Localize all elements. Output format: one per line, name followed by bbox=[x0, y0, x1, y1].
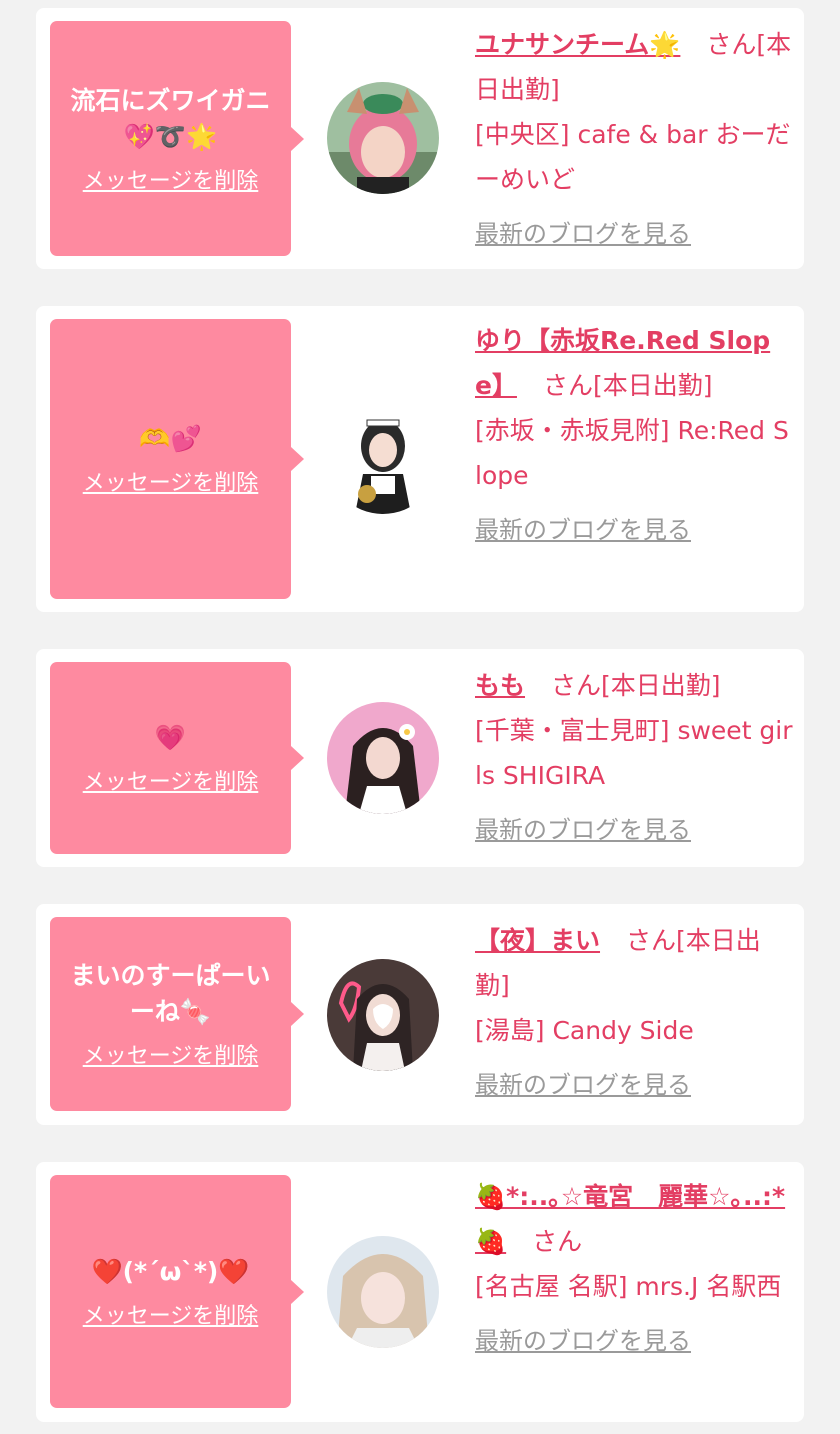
cast-name-link[interactable]: 🍓*:..｡☆竜宮 麗華☆｡..:*🍓 bbox=[475, 1182, 785, 1256]
delete-message-link[interactable]: メッセージを削除 bbox=[83, 465, 259, 497]
work-status: [本日出勤] bbox=[601, 671, 721, 700]
message-text: 流石にズワイガニ💖➰🌟 bbox=[70, 85, 271, 151]
delete-message-link[interactable]: メッセージを削除 bbox=[83, 163, 259, 195]
honorific: さん bbox=[551, 671, 602, 700]
delete-message-link[interactable]: メッセージを削除 bbox=[83, 764, 259, 796]
shop-location: [赤坂・赤坂見附] Re:Red Slope bbox=[475, 416, 789, 490]
avatar[interactable] bbox=[327, 82, 439, 194]
delete-message-link[interactable]: メッセージを削除 bbox=[83, 1038, 259, 1070]
cast-name-link[interactable]: ユナサンチーム🌟 bbox=[475, 30, 680, 59]
message-bubble: ❤️(*´ω`*)❤️ メッセージを削除 bbox=[50, 1175, 291, 1408]
latest-blog-link[interactable]: 最新のブログを見る bbox=[475, 808, 691, 853]
honorific: さん bbox=[532, 1227, 583, 1256]
honorific: さん bbox=[626, 926, 677, 955]
cast-name-link[interactable]: 【夜】まい bbox=[475, 926, 600, 955]
message-bubble: 🫶💕 メッセージを削除 bbox=[50, 319, 291, 599]
honorific: さん bbox=[706, 30, 757, 59]
cast-info: ゆり【赤坂Re.Red Slope】 さん[本日出勤] [赤坂・赤坂見附] Re:… bbox=[475, 318, 795, 553]
message-card: ❤️(*´ω`*)❤️ メッセージを削除 🍓*:..｡☆竜宮 麗華☆｡..:*🍓… bbox=[36, 1162, 804, 1422]
cast-info: 【夜】まい さん[本日出勤] [湯島] Candy Side 最新のブログを見る bbox=[475, 918, 795, 1108]
cast-info: ユナサンチーム🌟 さん[本日出勤] [中央区] cafe & bar おーだーめい… bbox=[475, 22, 795, 257]
message-text: まいのすーぱーいーね🍬 bbox=[70, 961, 271, 1026]
latest-blog-link[interactable]: 最新のブログを見る bbox=[475, 212, 691, 257]
honorific: さん bbox=[542, 371, 593, 400]
message-card: 🫶💕 メッセージを削除 ゆり【赤坂Re.Red Slope】 さん[本日出勤] [… bbox=[36, 306, 804, 612]
shop-location: [湯島] Candy Side bbox=[475, 1016, 694, 1045]
shop-location: [名古屋 名駅] mrs.J 名駅西 bbox=[475, 1272, 782, 1301]
shop-location: [千葉・富士見町] sweet girls SHIGIRA bbox=[475, 716, 793, 790]
latest-blog-link[interactable]: 最新のブログを見る bbox=[475, 1319, 691, 1364]
message-card: 流石にズワイガニ💖➰🌟 メッセージを削除 ユナサンチーム🌟 さん[本日出勤] [中… bbox=[36, 8, 804, 269]
avatar[interactable] bbox=[327, 702, 439, 814]
shop-location: [中央区] cafe & bar おーだーめいど bbox=[475, 120, 791, 194]
message-bubble: 💗 メッセージを削除 bbox=[50, 662, 291, 854]
latest-blog-link[interactable]: 最新のブログを見る bbox=[475, 1063, 691, 1108]
latest-blog-link[interactable]: 最新のブログを見る bbox=[475, 508, 691, 553]
message-card: まいのすーぱーいーね🍬 メッセージを削除 【夜】まい さん[本日出勤] [湯島] … bbox=[36, 904, 804, 1125]
cast-name-link[interactable]: もも bbox=[475, 671, 525, 700]
message-bubble: 流石にズワイガニ💖➰🌟 メッセージを削除 bbox=[50, 21, 291, 256]
cast-info: 🍓*:..｡☆竜宮 麗華☆｡..:*🍓 さん [名古屋 名駅] mrs.J 名駅西… bbox=[475, 1174, 795, 1364]
message-text: ❤️(*´ω`*)❤️ bbox=[91, 1256, 250, 1286]
avatar[interactable] bbox=[327, 1236, 439, 1348]
message-text: 🫶💕 bbox=[139, 424, 202, 453]
delete-message-link[interactable]: メッセージを削除 bbox=[83, 1298, 259, 1330]
message-bubble: まいのすーぱーいーね🍬 メッセージを削除 bbox=[50, 917, 291, 1111]
avatar[interactable] bbox=[327, 959, 439, 1071]
message-card: 💗 メッセージを削除 もも さん[本日出勤] [千葉・富士見町] sweet gi… bbox=[36, 649, 804, 867]
work-status: [本日出勤] bbox=[592, 371, 713, 400]
avatar[interactable] bbox=[327, 402, 439, 514]
message-text: 💗 bbox=[154, 723, 187, 752]
cast-info: もも さん[本日出勤] [千葉・富士見町] sweet girls SHIGIRA… bbox=[475, 663, 795, 853]
